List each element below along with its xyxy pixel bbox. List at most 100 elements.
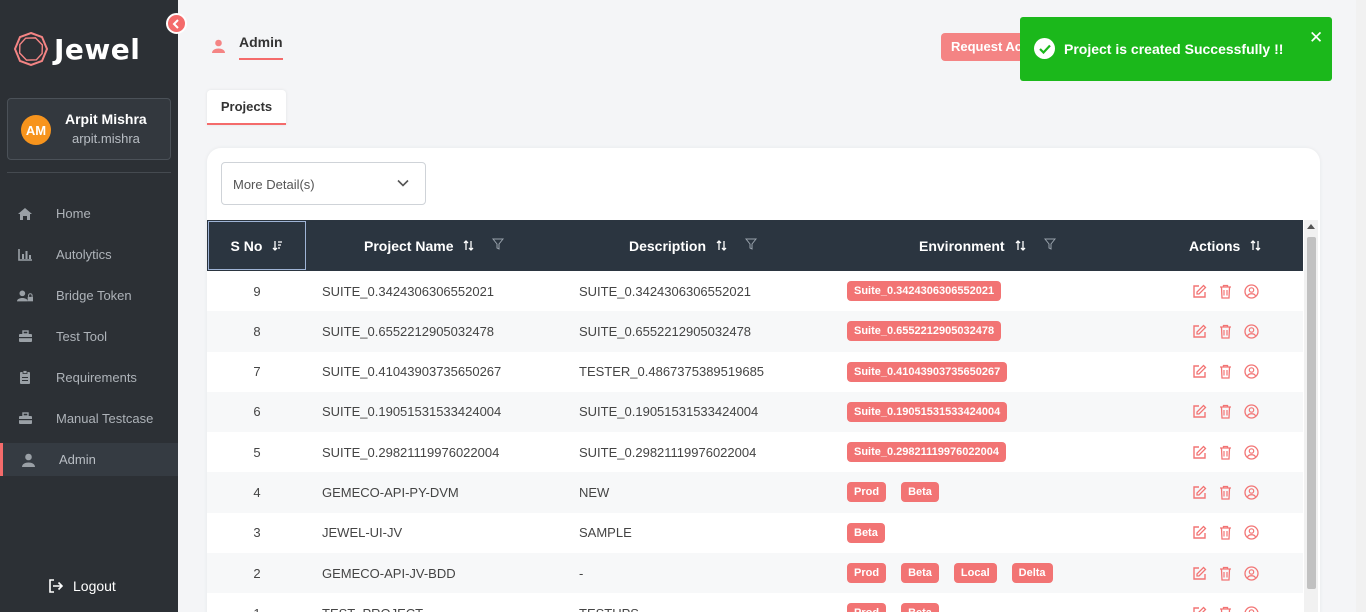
cell-description: TESTUPS — [579, 593, 639, 612]
brand-logo[interactable]: Jewel — [14, 32, 140, 66]
sort-icon[interactable] — [1250, 240, 1261, 251]
sidebar-item-manual-testcase[interactable]: Manual Testcase — [0, 398, 178, 439]
edit-icon[interactable] — [1192, 324, 1207, 339]
column-header-label: S No — [230, 237, 263, 254]
column-header-project-name[interactable]: Project Name — [364, 220, 505, 271]
edit-icon[interactable] — [1192, 485, 1207, 500]
cell-environment: Prod Beta — [847, 472, 954, 512]
sidebar-item-label: Manual Testcase — [56, 411, 154, 426]
user-access-icon[interactable] — [1244, 364, 1259, 379]
cell-description: - — [579, 565, 584, 581]
sidebar-item-label: Requirements — [56, 370, 137, 385]
sidebar-item-admin[interactable]: Admin — [0, 443, 178, 476]
table-row: 1 TEST_PROJECT TESTUPS Prod Beta — [207, 593, 1303, 612]
user-access-icon[interactable] — [1244, 485, 1259, 500]
user-access-icon[interactable] — [1244, 404, 1259, 420]
sidebar-item-bridge-token[interactable]: Bridge Token — [0, 275, 178, 316]
environment-badge: Suite_0.3424306306552021 — [847, 281, 1002, 301]
toolbox-icon — [17, 329, 33, 345]
user-access-icon[interactable] — [1244, 445, 1259, 460]
table-body: 9 SUITE_0.3424306306552021 SUITE_0.3424306… — [207, 271, 1303, 612]
sidebar-item-label: Test Tool — [56, 329, 108, 344]
cell-project-name: SUITE_0.6552212905032478 — [322, 323, 495, 339]
edit-icon[interactable] — [1192, 525, 1207, 540]
cell-description: SUITE_0.29821119976022004 — [579, 444, 757, 460]
more-details-dropdown[interactable]: More Detail(s) — [221, 162, 426, 205]
cell-description: TESTER_0.4867375389519685 — [579, 364, 765, 380]
delete-icon[interactable] — [1219, 284, 1232, 299]
edit-icon[interactable] — [1192, 606, 1207, 612]
sort-icon[interactable] — [463, 240, 474, 251]
sidebar-item-test-tool[interactable]: Test Tool — [0, 316, 178, 357]
table-row: 4 GEMECO-API-PY-DVM NEW Prod Beta — [207, 472, 1303, 513]
environment-badge: Beta — [901, 603, 939, 612]
cell-environment: Suite_0.19051531533424004 — [847, 392, 1022, 432]
cell-environment: Suite_0.29821119976022004 — [847, 432, 1021, 472]
environment-badge: Beta — [901, 563, 939, 584]
edit-icon[interactable] — [1192, 566, 1207, 581]
user-access-icon[interactable] — [1244, 283, 1259, 299]
user-access-icon[interactable] — [1244, 525, 1259, 540]
column-header-description[interactable]: Description — [629, 220, 758, 271]
delete-icon[interactable] — [1219, 485, 1232, 500]
filter-icon[interactable] — [745, 238, 758, 250]
column-header-actions[interactable]: Actions — [1189, 220, 1261, 271]
table-scrollbar[interactable] — [1304, 220, 1318, 612]
sort-desc-icon[interactable] — [272, 240, 283, 251]
sort-icon[interactable] — [716, 240, 727, 251]
user-icon — [212, 39, 225, 53]
cell-project-name: SUITE_0.19051531533424004 — [322, 404, 502, 420]
column-header-label: Actions — [1189, 237, 1241, 254]
close-icon[interactable]: ✕ — [1309, 28, 1323, 48]
cell-sno: 8 — [253, 323, 261, 339]
cell-sno: 6 — [253, 404, 261, 420]
sidebar-item-autolytics[interactable]: Autolytics — [0, 234, 178, 275]
delete-icon[interactable] — [1219, 566, 1232, 581]
delete-icon[interactable] — [1219, 324, 1232, 339]
delete-icon[interactable] — [1219, 404, 1232, 420]
environment-badge: Beta — [847, 522, 885, 543]
delete-icon[interactable] — [1219, 445, 1232, 460]
cell-project-name: SUITE_0.3424306306552021 — [322, 283, 495, 299]
column-header-label: Environment — [919, 237, 1005, 254]
jewel-logo-icon — [14, 32, 48, 66]
user-access-icon[interactable] — [1244, 565, 1259, 581]
profile-card[interactable]: AM Arpit Mishra arpit.mishra — [7, 98, 171, 160]
environment-badge: Local — [953, 563, 997, 584]
page-scrollbar[interactable] — [1356, 0, 1366, 612]
edit-icon[interactable] — [1192, 445, 1207, 460]
sidebar-item-label: Autolytics — [56, 247, 112, 262]
edit-icon[interactable] — [1192, 404, 1207, 419]
cell-actions — [1192, 432, 1271, 472]
user-access-icon[interactable] — [1244, 606, 1259, 612]
user-lock-icon — [17, 288, 33, 304]
sidebar-divider — [7, 172, 171, 173]
column-header-environment[interactable]: Environment — [919, 220, 1056, 271]
cell-actions — [1192, 311, 1271, 351]
delete-icon[interactable] — [1219, 525, 1232, 540]
sort-icon[interactable] — [1015, 240, 1026, 251]
edit-icon[interactable] — [1192, 364, 1207, 379]
filter-icon[interactable] — [1043, 238, 1056, 250]
cell-description: SUITE_0.19051531533424004 — [579, 404, 759, 420]
environment-badge: Suite_0.6552212905032478 — [847, 321, 1002, 342]
edit-icon[interactable] — [1192, 284, 1207, 299]
cell-actions — [1192, 513, 1271, 553]
filter-icon[interactable] — [492, 238, 505, 250]
collapse-sidebar-button[interactable] — [166, 13, 187, 34]
logout-button[interactable]: Logout — [48, 578, 116, 594]
scrollbar-thumb[interactable] — [1307, 237, 1316, 589]
environment-badge: Suite_0.29821119976022004 — [847, 442, 1006, 463]
scroll-up-arrow-icon[interactable] — [1307, 224, 1315, 229]
cell-actions — [1192, 352, 1271, 392]
sidebar-item-home[interactable]: Home — [0, 193, 178, 234]
environment-badge: Suite_0.19051531533424004 — [847, 401, 1008, 422]
logout-icon — [48, 579, 63, 593]
column-header-sno[interactable]: S No — [208, 221, 306, 270]
sidebar-item-requirements[interactable]: Requirements — [0, 357, 178, 398]
admin-header-tab[interactable]: Admin — [212, 32, 283, 60]
delete-icon[interactable] — [1219, 364, 1232, 379]
delete-icon[interactable] — [1219, 606, 1232, 612]
user-access-icon[interactable] — [1244, 324, 1259, 339]
tab-projects[interactable]: Projects — [207, 90, 286, 125]
